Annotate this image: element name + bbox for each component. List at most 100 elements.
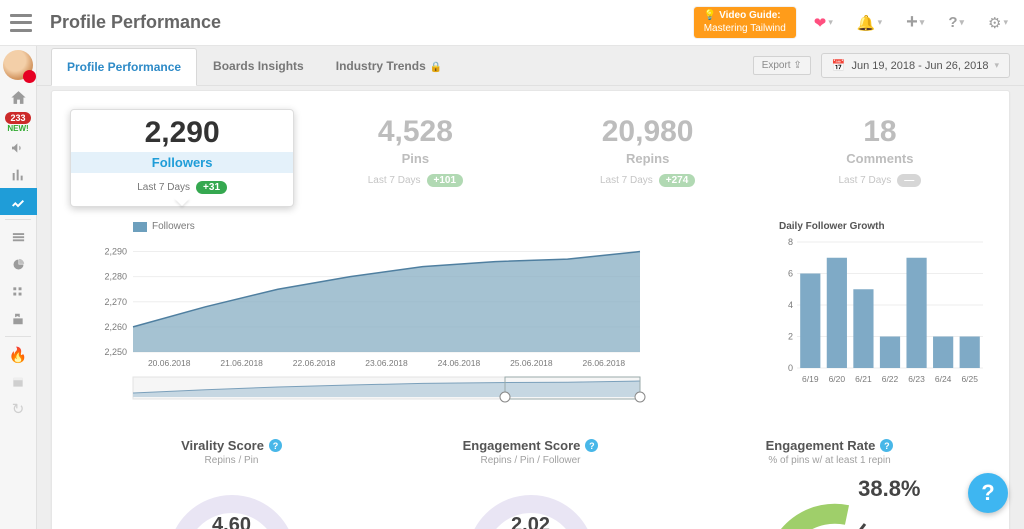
- line-chart-svg: 2,250 2,260 2,270 2,280 2,290 20.06.2018 21.06…: [88, 235, 648, 370]
- stat-label: Followers: [71, 152, 293, 173]
- help-button[interactable]: ?▾: [942, 14, 970, 31]
- tab-boards-insights[interactable]: Boards Insights: [197, 47, 320, 85]
- svg-text:21.06.2018: 21.06.2018: [220, 358, 263, 368]
- score-value: 2.02: [456, 514, 606, 529]
- nav-calendar[interactable]: [0, 368, 37, 395]
- svg-text:2,280: 2,280: [104, 272, 127, 282]
- svg-text:2,260: 2,260: [104, 322, 127, 332]
- info-icon[interactable]: ?: [585, 439, 598, 452]
- date-range-picker[interactable]: 📅 Jun 19, 2018 - Jun 26, 2018 ▾: [821, 53, 1010, 78]
- stat-label: Repins: [537, 151, 759, 166]
- svg-text:20.06.2018: 20.06.2018: [148, 358, 191, 368]
- svg-text:22.06.2018: 22.06.2018: [293, 358, 336, 368]
- stat-card-pins[interactable]: 4,528 Pins Last 7 Days+101: [304, 109, 526, 207]
- stat-card-followers[interactable]: 2,290 Followers Last 7 Days+31: [70, 109, 294, 207]
- nav-home[interactable]: [0, 84, 37, 111]
- svg-text:2,290: 2,290: [104, 247, 127, 257]
- badge-count: 233: [5, 112, 30, 124]
- bar-chart-svg: 0 2 4 6 8 6/19 6/20 6/21 6/22 6/23 6/24 6/25: [779, 236, 989, 386]
- rail-separator: [5, 219, 31, 220]
- svg-text:2,250: 2,250: [104, 347, 127, 357]
- rail-separator-2: [5, 336, 31, 337]
- favorites-button[interactable]: ❤▾: [808, 14, 839, 32]
- lock-icon: 🔒: [430, 62, 442, 73]
- svg-text:6: 6: [788, 269, 793, 279]
- badge-new-label: NEW!: [7, 124, 28, 133]
- video-guide-button[interactable]: 💡Video Guide: Mastering Tailwind: [694, 7, 796, 38]
- top-right: 💡Video Guide: Mastering Tailwind ❤▾ 🔔▾ +…: [694, 7, 1014, 38]
- stat-delta: +101: [427, 174, 464, 187]
- stat-value: 18: [769, 115, 991, 149]
- nav-announce[interactable]: [0, 134, 37, 161]
- page-body: Profile Performance Boards Insights Indu…: [37, 46, 1024, 529]
- svg-text:6/19: 6/19: [802, 374, 819, 384]
- content-card: 2,290 Followers Last 7 Days+31 4,528 Pin…: [51, 90, 1010, 529]
- nav-item-8[interactable]: [0, 305, 37, 332]
- top-bar: Profile Performance 💡Video Guide: Master…: [0, 0, 1024, 46]
- stat-delta: +31: [196, 181, 227, 194]
- scores-row: Virality Score? Repins / Pin 4.60 4.72 E…: [52, 418, 1009, 529]
- svg-text:26.06.2018: 26.06.2018: [583, 358, 626, 368]
- legend-label: Followers: [152, 221, 195, 232]
- legend-swatch: [133, 222, 147, 232]
- stat-value: 4,528: [304, 115, 526, 149]
- tabs: Profile Performance Boards Insights Indu…: [51, 47, 458, 85]
- chevron-down-icon: ▾: [994, 60, 999, 71]
- svg-text:6/20: 6/20: [829, 374, 846, 384]
- svg-text:6/24: 6/24: [935, 374, 952, 384]
- nav-item-5[interactable]: [0, 224, 37, 251]
- nav-item-7[interactable]: [0, 278, 37, 305]
- nav-analytics[interactable]: [0, 188, 37, 215]
- nav-hot[interactable]: 🔥: [0, 341, 37, 368]
- stat-card-repins[interactable]: 20,980 Repins Last 7 Days+274: [537, 109, 759, 207]
- nav-new-badge[interactable]: 233 NEW!: [5, 112, 30, 133]
- nav-bar-chart[interactable]: [0, 161, 37, 188]
- score-virality: Virality Score? Repins / Pin 4.60 4.72: [82, 438, 381, 529]
- stat-label: Pins: [304, 151, 526, 166]
- svg-text:2,270: 2,270: [104, 297, 127, 307]
- tab-industry-trends[interactable]: Industry Trends🔒: [320, 47, 458, 85]
- brush-chart[interactable]: [88, 375, 648, 403]
- settings-button[interactable]: ⚙▾: [982, 14, 1014, 32]
- stat-value: 2,290: [71, 116, 293, 150]
- stat-delta: —: [897, 174, 921, 187]
- lightbulb-icon: 💡: [704, 10, 716, 23]
- score-engagement: Engagement Score? Repins / Pin / Followe…: [381, 438, 680, 529]
- export-button[interactable]: Export ⇪: [753, 56, 811, 75]
- avatar[interactable]: [3, 50, 33, 80]
- svg-text:8: 8: [788, 237, 793, 247]
- bar-chart-title: Daily Follower Growth: [779, 221, 989, 232]
- svg-text:6/21: 6/21: [855, 374, 872, 384]
- left-rail: 233 NEW! 🔥 ↻: [0, 46, 37, 529]
- stat-delta: +274: [659, 174, 696, 187]
- svg-text:4: 4: [788, 300, 793, 310]
- tab-profile-performance[interactable]: Profile Performance: [51, 48, 197, 86]
- menu-icon[interactable]: [10, 14, 32, 32]
- score-value: 4.60: [157, 514, 307, 529]
- svg-text:24.06.2018: 24.06.2018: [438, 358, 481, 368]
- svg-text:23.06.2018: 23.06.2018: [365, 358, 408, 368]
- page-title: Profile Performance: [50, 12, 221, 33]
- sub-bar: Profile Performance Boards Insights Indu…: [37, 46, 1024, 86]
- followers-line-chart[interactable]: Followers 2,250 2,260 2,270 2,280 2,290 20.06…: [88, 221, 759, 408]
- date-range-label: Jun 19, 2018 - Jun 26, 2018: [851, 60, 988, 72]
- svg-text:2: 2: [788, 332, 793, 342]
- calendar-icon: 📅: [832, 59, 846, 72]
- stat-card-comments[interactable]: 18 Comments Last 7 Days—: [769, 109, 991, 207]
- add-button[interactable]: +▾: [900, 11, 930, 34]
- stat-row: 2,290 Followers Last 7 Days+31 4,528 Pin…: [52, 91, 1009, 207]
- svg-text:6/25: 6/25: [961, 374, 978, 384]
- help-fab[interactable]: ?: [968, 473, 1008, 513]
- score-engagement-rate: Engagement Rate? % of pins w/ at least 1…: [680, 438, 979, 529]
- pinterest-badge-icon: [23, 70, 36, 83]
- svg-text:0: 0: [788, 363, 793, 373]
- notifications-button[interactable]: 🔔▾: [851, 14, 888, 32]
- svg-text:6/23: 6/23: [908, 374, 925, 384]
- info-icon[interactable]: ?: [880, 439, 893, 452]
- svg-text:6/22: 6/22: [882, 374, 899, 384]
- nav-history[interactable]: ↻: [0, 395, 37, 422]
- daily-growth-bar-chart[interactable]: Daily Follower Growth 0 2 4 6 8 6/19 6/20 6/21 6…: [779, 221, 989, 408]
- nav-item-6[interactable]: [0, 251, 37, 278]
- info-icon[interactable]: ?: [269, 439, 282, 452]
- score-value: 38.8%: [858, 476, 920, 502]
